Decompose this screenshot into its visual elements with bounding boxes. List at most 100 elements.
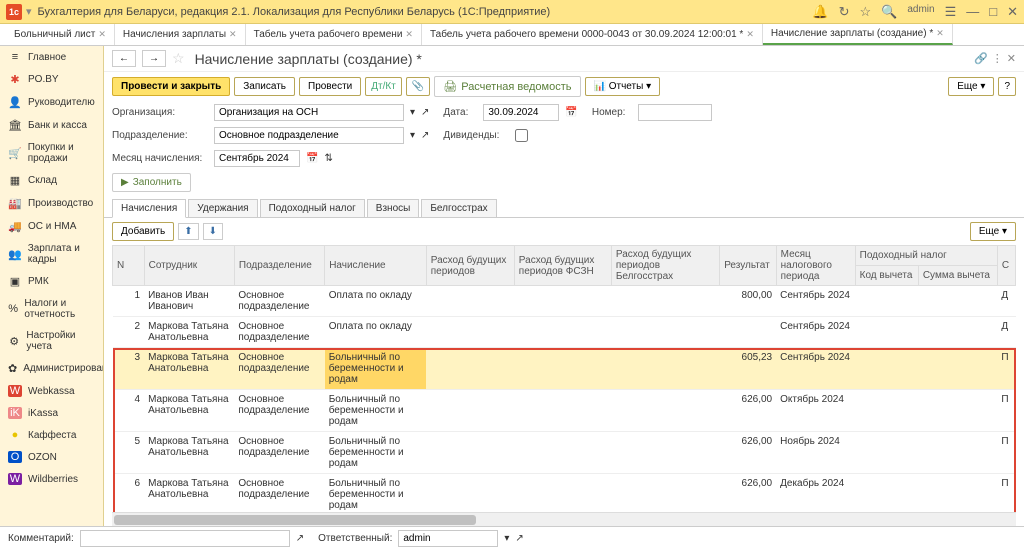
sidebar-item[interactable]: ≡Главное <box>0 46 103 68</box>
nav-fwd-button[interactable]: → <box>142 50 166 67</box>
table-row[interactable]: 5Маркова Татьяна АнатольевнаОсновное под… <box>113 432 1016 474</box>
col-n[interactable]: N <box>113 246 145 286</box>
panel-icon[interactable]: ⋮ <box>992 52 1003 65</box>
col-result[interactable]: Результат <box>720 246 776 286</box>
open-icon[interactable]: ↗ <box>515 533 523 544</box>
calendar-icon[interactable]: 📅 <box>306 153 318 164</box>
comment-field[interactable] <box>80 530 290 547</box>
grid-more-button[interactable]: Еще ▾ <box>970 222 1016 241</box>
col-c[interactable]: С <box>997 246 1015 286</box>
tab[interactable]: Начисление зарплаты (создание) *✕ <box>763 24 953 45</box>
tab-close-icon[interactable]: ✕ <box>746 29 754 40</box>
add-row-button[interactable]: Добавить <box>112 222 174 241</box>
sidebar-item[interactable]: 🚚ОС и НМА <box>0 215 103 238</box>
tab[interactable]: Начисления зарплаты✕ <box>115 24 246 45</box>
subtab[interactable]: Подоходный налог <box>260 199 365 217</box>
tab-close-icon[interactable]: ✕ <box>405 29 413 40</box>
reports-button[interactable]: 📊 Отчеты ▾ <box>585 77 661 96</box>
sidebar-item[interactable]: 👥Зарплата и кадры <box>0 238 103 270</box>
subtab[interactable]: Взносы <box>367 199 420 217</box>
close-icon[interactable]: ✕ <box>1007 4 1018 20</box>
bell-icon[interactable]: 🔔 <box>812 4 828 20</box>
sidebar-item[interactable]: 🏛Банк и касса <box>0 114 103 137</box>
col-tax-period[interactable]: Месяц налогового периода <box>776 246 855 286</box>
horizontal-scrollbar[interactable] <box>112 512 1016 526</box>
responsible-field[interactable] <box>398 530 498 547</box>
table-row[interactable]: 3Маркова Татьяна АнатольевнаОсновное под… <box>113 348 1016 390</box>
tab-close-icon[interactable]: ✕ <box>936 28 944 39</box>
user-label[interactable]: admin <box>907 4 934 20</box>
table-row[interactable]: 4Маркова Татьяна АнатольевнаОсновное под… <box>113 390 1016 432</box>
post-button[interactable]: Провести <box>299 77 361 96</box>
col-dept[interactable]: Подразделение <box>234 246 324 286</box>
move-up-button[interactable]: ⬆ <box>178 223 198 240</box>
table-row[interactable]: 6Маркова Татьяна АнатольевнаОсновное под… <box>113 474 1016 513</box>
table-row[interactable]: 2Маркова Татьяна АнатольевнаОсновное под… <box>113 317 1016 348</box>
close-doc-icon[interactable]: ✕ <box>1007 52 1016 65</box>
dividends-checkbox[interactable] <box>515 129 528 142</box>
sidebar-item[interactable]: ▣РМК <box>0 270 103 293</box>
sidebar-item[interactable]: iKiKassa <box>0 402 103 424</box>
org-field[interactable] <box>214 104 404 121</box>
nav-back-button[interactable]: ← <box>112 50 136 67</box>
post-and-close-button[interactable]: Провести и закрыть <box>112 77 230 96</box>
dropdown-icon[interactable]: ▾ <box>410 130 415 141</box>
sidebar-item[interactable]: ✿Администрирование <box>0 357 103 380</box>
link-icon[interactable]: 🔗 <box>974 52 988 65</box>
attach-button[interactable]: 📎 <box>406 77 430 96</box>
save-button[interactable]: Записать <box>234 77 295 96</box>
favorite-star-icon[interactable]: ☆ <box>172 50 185 67</box>
col-exp-future[interactable]: Расход будущих периодов <box>426 246 514 286</box>
history-icon[interactable]: ↻ <box>839 4 850 20</box>
sidebar-item[interactable]: ▦Склад <box>0 169 103 192</box>
tab[interactable]: Табель учета рабочего времени 0000-0043 … <box>422 24 763 45</box>
dropdown-icon[interactable]: ▾ <box>504 533 509 544</box>
col-deduct-sum[interactable]: Сумма вычета <box>918 266 997 286</box>
sidebar-item[interactable]: ●Каффеста <box>0 424 103 446</box>
star-icon[interactable]: ☆ <box>859 4 871 20</box>
more-button[interactable]: Еще ▾ <box>948 77 994 96</box>
tab[interactable]: Больничный лист✕ <box>6 24 115 45</box>
minimize-icon[interactable]: — <box>966 4 979 20</box>
sidebar-item[interactable]: WWildberries <box>0 468 103 490</box>
payslip-button[interactable]: 🖨 Расчетная ведомость <box>434 76 580 97</box>
sidebar-item[interactable]: ⚙Настройки учета <box>0 325 103 357</box>
arrow-down-icon[interactable]: ▾ <box>26 5 32 18</box>
calendar-icon[interactable]: 📅 <box>565 107 577 118</box>
stepper-icon[interactable]: ⇅ <box>324 153 332 164</box>
subtab[interactable]: Начисления <box>112 199 186 218</box>
dt-kt-button[interactable]: Дт/Кт <box>365 77 402 96</box>
col-emp[interactable]: Сотрудник <box>144 246 234 286</box>
tab-close-icon[interactable]: ✕ <box>98 29 106 40</box>
sidebar-item[interactable]: WWebkassa <box>0 380 103 402</box>
sidebar-item[interactable]: 🏭Производство <box>0 192 103 215</box>
tab-close-icon[interactable]: ✕ <box>229 29 237 40</box>
col-income-tax[interactable]: Подоходный налог <box>855 246 997 266</box>
sidebar-item[interactable]: OOZON <box>0 446 103 468</box>
subtab[interactable]: Белгосстрах <box>421 199 496 217</box>
table-row[interactable]: 1Иванов Иван ИвановичОсновное подразделе… <box>113 286 1016 317</box>
date-field[interactable] <box>483 104 559 121</box>
sidebar-item[interactable]: 👤Руководителю <box>0 91 103 114</box>
open-icon[interactable]: ↗ <box>296 533 304 544</box>
accruals-table[interactable]: N Сотрудник Подразделение Начисление Рас… <box>112 245 1016 512</box>
dept-field[interactable] <box>214 127 404 144</box>
maximize-icon[interactable]: □ <box>989 4 997 20</box>
col-deduct-code[interactable]: Код вычета <box>855 266 918 286</box>
menu-icon[interactable]: ☰ <box>945 4 957 20</box>
fill-button[interactable]: ▶ Заполнить <box>112 173 191 192</box>
search-icon[interactable]: 🔍 <box>881 4 897 20</box>
tab[interactable]: Табель учета рабочего времени✕ <box>246 24 422 45</box>
sidebar-item[interactable]: ✱PO.BY <box>0 68 103 91</box>
col-accrual[interactable]: Начисление <box>325 246 427 286</box>
open-icon[interactable]: ↗ <box>421 107 429 118</box>
col-exp-bgs[interactable]: Расход будущих периодов Белгосстрах <box>611 246 719 286</box>
sidebar-item[interactable]: %Налоги и отчетность <box>0 293 103 325</box>
move-down-button[interactable]: ⬇ <box>203 223 223 240</box>
col-exp-fszn[interactable]: Расход будущих периодов ФСЗН <box>514 246 611 286</box>
help-button[interactable]: ? <box>998 77 1016 96</box>
dropdown-icon[interactable]: ▾ <box>410 107 415 118</box>
open-icon[interactable]: ↗ <box>421 130 429 141</box>
number-field[interactable] <box>638 104 712 121</box>
month-field[interactable] <box>214 150 300 167</box>
